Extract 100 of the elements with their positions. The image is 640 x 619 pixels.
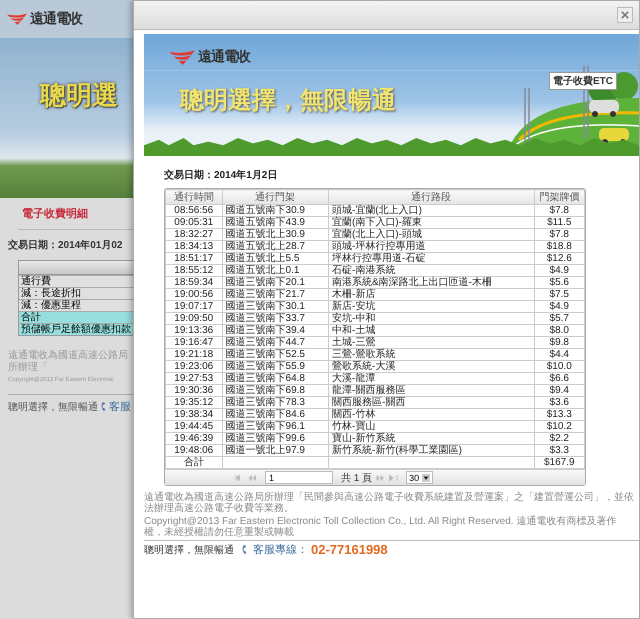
table-cell: 18:34:13 bbox=[166, 240, 222, 252]
slogan: 聰明選 bbox=[40, 79, 118, 112]
table-cell: $13.3 bbox=[534, 408, 584, 420]
close-button[interactable] bbox=[617, 7, 633, 23]
table-cell: $4.9 bbox=[534, 300, 584, 312]
table-cell: $10.2 bbox=[534, 420, 584, 432]
section-heading: 電子收費明細 bbox=[21, 206, 89, 221]
table-cell: 宜蘭(北上入口)-頭城 bbox=[328, 228, 534, 240]
table-cell: 國道三號南下99.6 bbox=[222, 432, 328, 444]
table-cell: 減：長途折扣 bbox=[19, 287, 133, 299]
table-cell: $2.2 bbox=[534, 432, 584, 444]
wing-logo-icon bbox=[168, 50, 196, 66]
table-cell: 合計 bbox=[19, 311, 133, 323]
page-count: 共 1 頁 bbox=[341, 472, 372, 484]
table-cell: 19:30:36 bbox=[166, 384, 222, 396]
table-cell: 19:44:45 bbox=[166, 420, 222, 432]
table-cell: 寶山-新竹系統 bbox=[328, 432, 534, 444]
table-cell: 國道三號南下20.1 bbox=[222, 276, 328, 288]
table-cell: 19:07:17 bbox=[166, 300, 222, 312]
table-cell: 19:09:50 bbox=[166, 312, 222, 324]
table-cell: 19:38:34 bbox=[166, 408, 222, 420]
table-cell: 安坑-中和 bbox=[328, 312, 534, 324]
table-cell: 竹林-寶山 bbox=[328, 420, 534, 432]
table-cell: 頭城-宜蘭(北上入口) bbox=[328, 204, 534, 216]
table-cell: 19:46:39 bbox=[166, 432, 222, 444]
table-cell: $3.6 bbox=[534, 396, 584, 408]
table-cell: 19:23:06 bbox=[166, 360, 222, 372]
table-cell: $18.8 bbox=[534, 240, 584, 252]
table-cell: 國道一號北上97.9 bbox=[222, 444, 328, 456]
hotline-number: 02-77161998 bbox=[311, 542, 388, 557]
table-cell: $6.6 bbox=[534, 372, 584, 384]
table-cell: 國道三號南下64.8 bbox=[222, 372, 328, 384]
slogan: 聰明選擇，無限暢通 bbox=[180, 86, 396, 116]
table-cell: 關西-竹林 bbox=[328, 408, 534, 420]
table-cell: 18:51:17 bbox=[166, 252, 222, 264]
table-cell: 國道三號南下44.7 bbox=[222, 336, 328, 348]
table-cell: $11.5 bbox=[534, 216, 584, 228]
table-cell: 國道五號北上5.5 bbox=[222, 252, 328, 264]
footer-notice: 遠通電收為國道高速公路局所辦理「民間參與高速公路電子收費系統建置及營運案」之「建置營運公司」，並依法辦理高速公路電子收費等業務。 bbox=[144, 492, 635, 514]
table-cell: $5.7 bbox=[534, 312, 584, 324]
table-cell: 通行費 bbox=[19, 275, 133, 287]
column-header: 門架牌價 bbox=[534, 190, 584, 204]
table-cell: $7.8 bbox=[534, 204, 584, 216]
table-cell: $9.4 bbox=[534, 384, 584, 396]
table-cell: 18:55:12 bbox=[166, 264, 222, 276]
table-cell: 中和-土城 bbox=[328, 324, 534, 336]
wing-logo-icon bbox=[6, 12, 28, 26]
table-cell: 08:56:56 bbox=[166, 204, 222, 216]
table-cell: 國道三號南下21.7 bbox=[222, 288, 328, 300]
table-cell: 減：優惠里程 bbox=[19, 299, 133, 311]
table-cell: 南港系統&南深路北上出口匝道-木柵 bbox=[328, 276, 534, 288]
hotline-label: 客服專線： bbox=[253, 542, 308, 557]
table-cell: 18:32:27 bbox=[166, 228, 222, 240]
table-cell: 19:13:36 bbox=[166, 324, 222, 336]
table-cell: 國道五號北上28.7 bbox=[222, 240, 328, 252]
column-header: 通行時間 bbox=[166, 190, 222, 204]
table-cell: 龍潭-關西服務區 bbox=[328, 384, 534, 396]
table-cell: 新店-安坑 bbox=[328, 300, 534, 312]
table-cell: 三鶯-鶯歌系統 bbox=[328, 348, 534, 360]
table-cell: 國道三號南下55.9 bbox=[222, 360, 328, 372]
gantry-sign: 電子收費ETC bbox=[549, 72, 617, 90]
table-cell: 19:27:53 bbox=[166, 372, 222, 384]
transaction-date: 交易日期：2014年1月2日 bbox=[164, 168, 278, 182]
footer-slogan: 聰明選擇，無限暢通 bbox=[8, 400, 98, 414]
service-label: 客服 bbox=[109, 400, 131, 414]
table-cell: 國道三號南下39.4 bbox=[222, 324, 328, 336]
table-cell: 木柵-新店 bbox=[328, 288, 534, 300]
table-cell: 19:48:06 bbox=[166, 444, 222, 456]
table-cell: $4.4 bbox=[534, 348, 584, 360]
table-cell: $9.8 bbox=[534, 336, 584, 348]
table-cell: 新竹系統-新竹(科學工業園區) bbox=[328, 444, 534, 456]
table-cell: $7.5 bbox=[534, 288, 584, 300]
table-cell: 國道五號南下30.9 bbox=[222, 204, 328, 216]
table-cell: 關西服務區-關西 bbox=[328, 396, 534, 408]
table-cell: $8.0 bbox=[534, 324, 584, 336]
close-icon bbox=[621, 11, 629, 19]
page-input[interactable]: 1 bbox=[265, 471, 333, 484]
table-cell: 國道五號北上30.9 bbox=[222, 228, 328, 240]
table-cell: 國道三號南下69.8 bbox=[222, 384, 328, 396]
table-cell: 國道五號北上0.1 bbox=[222, 264, 328, 276]
dropdown-arrow-icon bbox=[422, 474, 430, 482]
table-cell: 坪林行控專用道-石碇 bbox=[328, 252, 534, 264]
table-cell: 19:21:18 bbox=[166, 348, 222, 360]
transaction-date: 交易日期：2014年01月02 bbox=[8, 238, 124, 252]
table-cell: 國道三號南下52.5 bbox=[222, 348, 328, 360]
page-size-select[interactable]: 30 bbox=[406, 471, 434, 484]
table-cell: 國道三號南下78.3 bbox=[222, 396, 328, 408]
column-header: 通行門架 bbox=[222, 190, 328, 204]
table-cell: 19:16:47 bbox=[166, 336, 222, 348]
table-cell: 頭城-坪林行控專用道 bbox=[328, 240, 534, 252]
table-cell: 大溪-龍潭 bbox=[328, 372, 534, 384]
table-cell: 宜蘭(南下入口)-羅東 bbox=[328, 216, 534, 228]
table-cell: $3.3 bbox=[534, 444, 584, 456]
table-cell: 預儲帳戶足餘額優惠扣款 bbox=[19, 323, 133, 335]
table-cell: 國道五號南下43.9 bbox=[222, 216, 328, 228]
table-cell: 18:59:34 bbox=[166, 276, 222, 288]
table-cell: 土城-三鶯 bbox=[328, 336, 534, 348]
table-cell: $12.6 bbox=[534, 252, 584, 264]
column-header: 通行路段 bbox=[328, 190, 534, 204]
footer-slogan: 聰明選擇，無限暢通 bbox=[144, 544, 234, 556]
